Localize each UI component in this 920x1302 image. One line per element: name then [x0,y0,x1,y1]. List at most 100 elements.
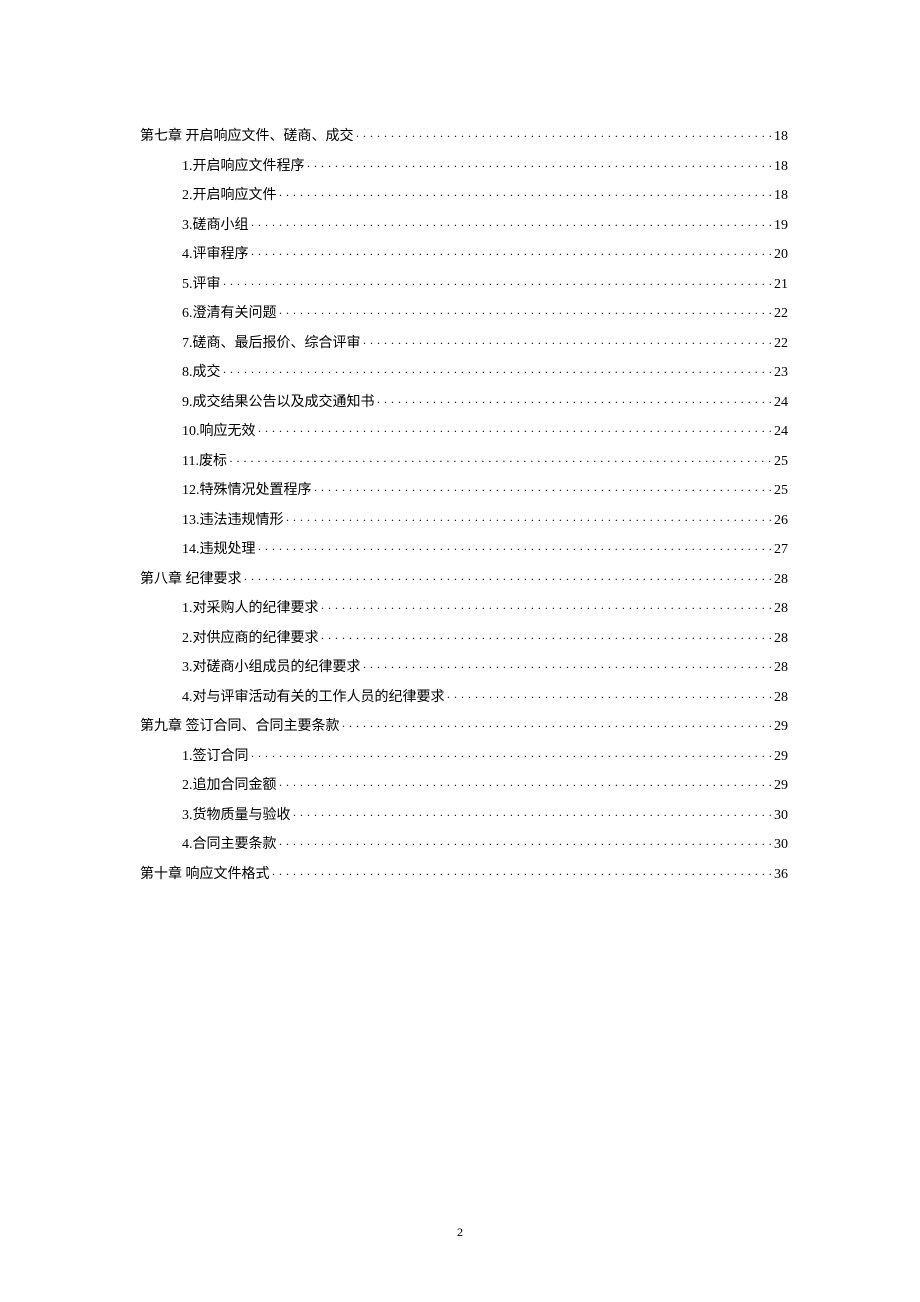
toc-leader-dots [377,388,773,418]
toc-section: 2.追加合同金额 29 [140,771,788,801]
toc-leader-dots [307,152,773,182]
toc-section: 11.废标 25 [140,447,788,477]
toc-section: 3.磋商小组 19 [140,211,788,241]
toc-label: 4.对与评审活动有关的工作人员的纪律要求 [182,683,445,713]
toc-page-number: 18 [774,122,788,152]
toc-page-number: 24 [774,388,788,418]
toc-section: 6.澄清有关问题 22 [140,299,788,329]
toc-page-number: 26 [774,506,788,536]
toc-leader-dots [251,742,773,772]
toc-section: 10.响应无效 24 [140,417,788,447]
toc-leader-dots [229,447,772,477]
toc-label: 2.追加合同金额 [182,771,277,801]
toc-section: 1.签订合同 29 [140,742,788,772]
toc-page-number: 19 [774,211,788,241]
toc-label: 2.对供应商的纪律要求 [182,624,319,654]
toc-page-number: 22 [774,299,788,329]
toc-label: 第八章 纪律要求 [140,565,242,595]
toc-page-number: 22 [774,329,788,359]
toc-leader-dots [279,830,773,860]
toc-leader-dots [363,653,773,683]
toc-section: 4.对与评审活动有关的工作人员的纪律要求 28 [140,683,788,713]
toc-leader-dots [342,712,773,742]
toc-leader-dots [314,476,773,506]
toc-label: 6.澄清有关问题 [182,299,277,329]
toc-leader-dots [321,594,773,624]
toc-label: 2.开启响应文件 [182,181,277,211]
toc-label: 1.对采购人的纪律要求 [182,594,319,624]
toc-section: 2.开启响应文件18 [140,181,788,211]
toc-leader-dots [286,506,773,536]
toc-label: 10.响应无效 [182,417,256,447]
toc-section: 7.磋商、最后报价、综合评审 22 [140,329,788,359]
toc-leader-dots [272,860,773,890]
toc-page-number: 28 [774,565,788,595]
toc-section: 1.对采购人的纪律要求 28 [140,594,788,624]
toc-label: 5.评审 [182,270,221,300]
toc-label: 13.违法违规情形 [182,506,284,536]
toc-page-number: 27 [774,535,788,565]
toc-page-number: 23 [774,358,788,388]
toc-leader-dots [258,417,773,447]
toc-page-number: 29 [774,712,788,742]
toc-label: 1.签订合同 [182,742,249,772]
toc-page-number: 36 [774,860,788,890]
toc-section: 4.评审程序 20 [140,240,788,270]
toc-page-number: 25 [774,476,788,506]
toc-section: 8.成交 23 [140,358,788,388]
toc-section: 2.对供应商的纪律要求 28 [140,624,788,654]
toc-section: 3.对磋商小组成员的纪律要求 28 [140,653,788,683]
toc-page-number: 29 [774,771,788,801]
toc-page-number: 30 [774,801,788,831]
toc-page-number: 28 [774,624,788,654]
toc-leader-dots [251,211,773,241]
toc-label: 9.成交结果公告以及成交通知书 [182,388,375,418]
toc-leader-dots [279,181,773,211]
toc-section: 13.违法违规情形 26 [140,506,788,536]
toc-leader-dots [293,801,773,831]
toc-chapter: 第七章 开启响应文件、磋商、成交 18 [140,122,788,152]
toc-page-number: 28 [774,653,788,683]
toc-page-number: 24 [774,417,788,447]
toc-section: 14.违规处理 27 [140,535,788,565]
toc-leader-dots [223,270,773,300]
toc-label: 3.对磋商小组成员的纪律要求 [182,653,361,683]
toc-page-number: 25 [774,447,788,477]
toc-leader-dots [321,624,773,654]
toc-label: 4.评审程序 [182,240,249,270]
toc-leader-dots [244,565,773,595]
toc-section: 12.特殊情况处置程序 25 [140,476,788,506]
toc-container: 第七章 开启响应文件、磋商、成交181.开启响应文件程序182.开启响应文件18… [0,0,920,889]
toc-page-number: 20 [774,240,788,270]
toc-label: 1.开启响应文件程序 [182,152,305,182]
toc-label: 4.合同主要条款 [182,830,277,860]
toc-page-number: 28 [774,683,788,713]
toc-label: 第九章 签订合同、合同主要条款 [140,712,340,742]
toc-label: 第十章 响应文件格式 [140,860,270,890]
toc-label: 3.货物质量与验收 [182,801,291,831]
toc-chapter: 第八章 纪律要求 28 [140,565,788,595]
toc-label: 7.磋商、最后报价、综合评审 [182,329,361,359]
toc-page-number: 18 [774,152,788,182]
toc-label: 11.废标 [182,447,227,477]
toc-label: 第七章 开启响应文件、磋商、成交 [140,122,354,152]
toc-label: 12.特殊情况处置程序 [182,476,312,506]
toc-chapter: 第十章 响应文件格式 36 [140,860,788,890]
toc-page-number: 28 [774,594,788,624]
toc-label: 8.成交 [182,358,221,388]
toc-leader-dots [279,299,773,329]
toc-leader-dots [447,683,773,713]
toc-page-number: 29 [774,742,788,772]
toc-leader-dots [356,122,773,152]
toc-leader-dots [258,535,773,565]
toc-label: 3.磋商小组 [182,211,249,241]
toc-section: 3.货物质量与验收 30 [140,801,788,831]
toc-section: 9.成交结果公告以及成交通知书 24 [140,388,788,418]
toc-chapter: 第九章 签订合同、合同主要条款 29 [140,712,788,742]
toc-label: 14.违规处理 [182,535,256,565]
toc-leader-dots [279,771,773,801]
page-number: 2 [0,1225,920,1240]
toc-section: 4.合同主要条款30 [140,830,788,860]
toc-leader-dots [251,240,773,270]
toc-section: 1.开启响应文件程序 18 [140,152,788,182]
